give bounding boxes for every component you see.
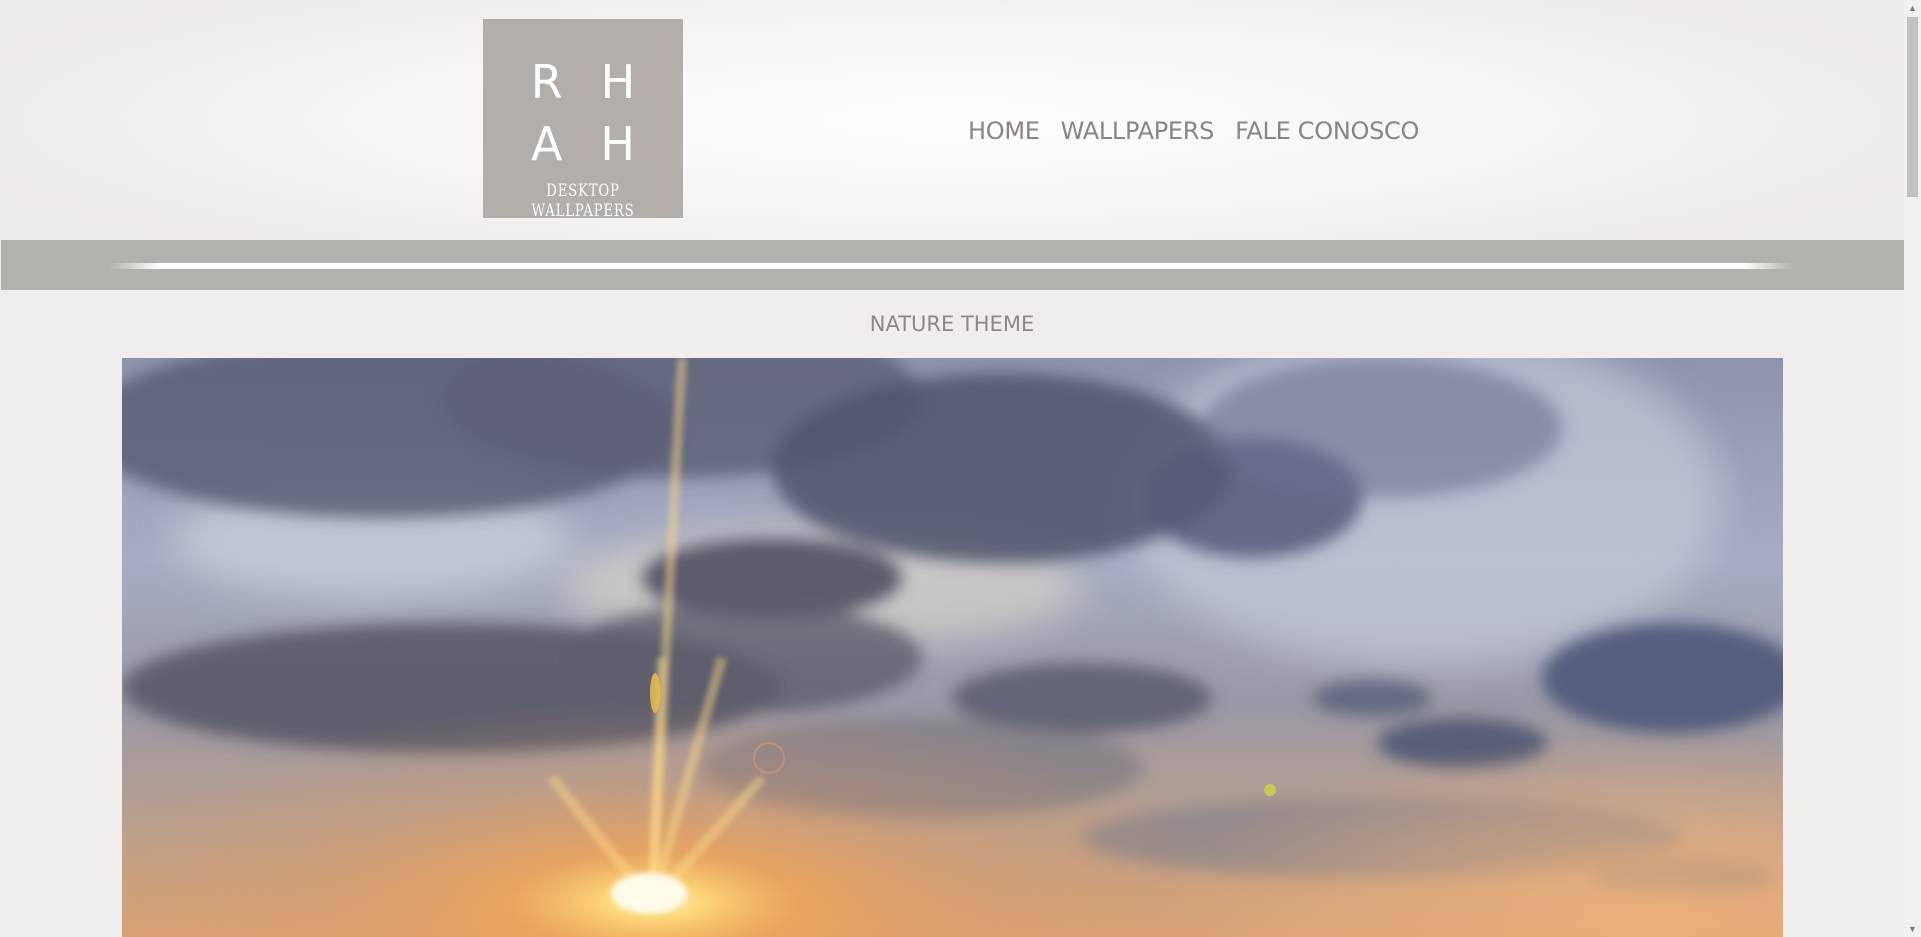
vertical-scrollbar[interactable]: ▲ ▼ [1904, 0, 1921, 937]
section-title: NATURE THEME [869, 312, 1035, 336]
divider-band [1, 240, 1904, 290]
nav-contact-link[interactable]: FALE CONOSCO [1235, 117, 1419, 145]
site-header: RH AH DESKTOP WALLPAPERS HOME WALLPAPERS… [0, 0, 1904, 240]
scrollbar-thumb[interactable] [1907, 17, 1918, 197]
nav-wallpapers-link[interactable]: WALLPAPERS [1061, 117, 1215, 145]
sunset-sky-image [122, 358, 1783, 937]
page: RH AH DESKTOP WALLPAPERS HOME WALLPAPERS… [0, 0, 1904, 937]
site-logo[interactable]: RH AH DESKTOP WALLPAPERS [483, 19, 683, 221]
nav-home-link[interactable]: HOME [968, 117, 1040, 145]
scroll-up-arrow-icon[interactable]: ▲ [1904, 0, 1921, 16]
logo-letters-bottom: AH [530, 117, 674, 171]
divider-line [109, 263, 1794, 269]
hero-wallpaper-image[interactable] [122, 358, 1783, 937]
scroll-down-arrow-icon[interactable]: ▼ [1904, 921, 1921, 937]
logo-subtitle: DESKTOP WALLPAPERS [531, 181, 635, 221]
logo-letters-top: RH [530, 55, 674, 109]
main-nav: HOME WALLPAPERS FALE CONOSCO [968, 114, 1419, 148]
